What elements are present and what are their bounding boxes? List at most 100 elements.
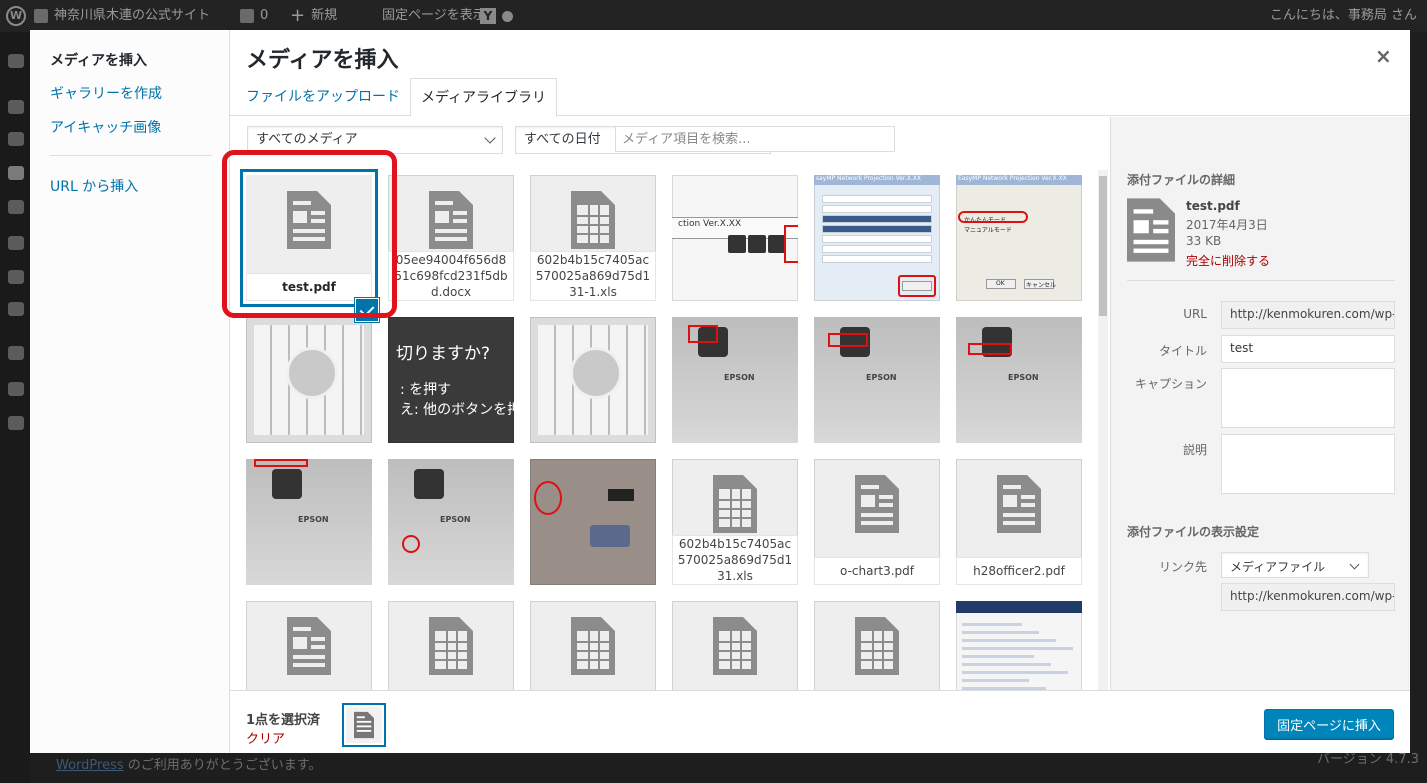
attachment-item[interactable]	[956, 601, 1082, 690]
tab-media-library[interactable]: メディアライブラリ	[410, 78, 558, 117]
attachment-item[interactable]: h28officer2.pdf	[956, 459, 1082, 585]
projector-logo: EPSON	[724, 373, 755, 382]
scrollbar-thumb[interactable]	[1099, 176, 1107, 316]
selection-count: 1点を選択済	[246, 713, 321, 728]
attachment-item[interactable]	[530, 317, 656, 443]
remote-dpad	[286, 347, 338, 399]
selection-thumbnail[interactable]	[342, 703, 386, 747]
attachment-item[interactable]: 90bbc7109f5b2e9c	[672, 601, 798, 690]
tab-upload-files[interactable]: ファイルをアップロード	[236, 78, 410, 116]
attachment-item[interactable]: 90bbc7109f5b2e9c	[814, 601, 940, 690]
spreadsheet-icon	[713, 475, 757, 533]
highlight-ring	[534, 481, 562, 515]
attachment-item[interactable]: ction Ver.X.XX	[672, 175, 798, 301]
details-date: 2017年4月3日	[1186, 218, 1268, 232]
clear-selection-link[interactable]: クリア	[246, 728, 285, 747]
url-field[interactable]: http://kenmokuren.com/wp-content/uploads…	[1221, 301, 1395, 329]
attachment-item[interactable]: EPSON	[956, 317, 1082, 443]
attachment-filename: o-chart3.pdf	[814, 557, 940, 585]
admin-bar: 神奈川県木連の公式サイト 0 + 新規 固定ページを表示 Y こんにちは、事務局…	[0, 0, 1427, 32]
attachment-item[interactable]: EPSON	[246, 459, 372, 585]
comments-link[interactable]: 0	[240, 0, 268, 32]
display-settings-heading: 添付ファイルの表示設定	[1127, 525, 1260, 539]
spreadsheet-icon	[713, 617, 757, 675]
media-search-input[interactable]	[615, 126, 895, 152]
spreadsheet-icon	[429, 617, 473, 675]
attachment-item[interactable]: EPSON	[672, 317, 798, 443]
document-icon	[354, 711, 374, 739]
title-field[interactable]: test	[1221, 335, 1395, 363]
photo-text: OK	[996, 280, 1005, 287]
attachment-item[interactable]: 602b4b15c7405ac570025a869d75d131.xls	[672, 459, 798, 585]
link-to-select[interactable]: メディアファイル	[1221, 552, 1369, 578]
chevron-down-icon	[484, 132, 496, 144]
users-icon	[8, 346, 24, 360]
attachment-item[interactable]: a4da8baee6693eb	[530, 601, 656, 690]
attachment-filename: 602b4b15c7405ac570025a869d75d131.xls	[672, 535, 798, 585]
yoast-menu[interactable]: Y	[480, 0, 513, 32]
collapse-icon	[8, 416, 24, 430]
close-icon[interactable]: ×	[1375, 44, 1392, 68]
attachment-item[interactable]	[246, 317, 372, 443]
document-icon	[855, 475, 899, 533]
attachment-item[interactable]: 切りますか?: を押す え: 他のボタンを押	[388, 317, 514, 443]
attachments-scrollbar[interactable]	[1098, 170, 1108, 690]
spreadsheet-icon	[571, 191, 615, 249]
wordpress-logo-icon[interactable]	[6, 6, 26, 26]
attachment-item[interactable]: EPSON	[814, 317, 940, 443]
menu-featured-image[interactable]: アイキャッチ画像	[50, 117, 161, 137]
menu-create-gallery[interactable]: ギャラリーを作成	[50, 83, 162, 103]
footer-thanks: のご利用ありがとうございます。	[123, 758, 322, 773]
hdmi-port	[608, 489, 634, 501]
title-label: タイトル	[1158, 344, 1207, 358]
media-icon	[8, 132, 24, 146]
dashboard-icon	[8, 54, 24, 68]
details-filename: test.pdf	[1186, 199, 1240, 213]
wordpress-link[interactable]: WordPress	[56, 758, 124, 773]
plugins-icon	[8, 270, 24, 284]
photo-text: sayMP Network Projection Ver.X.XX	[816, 175, 921, 182]
document-icon	[429, 191, 473, 249]
link-to-label: リンク先	[1158, 560, 1207, 574]
new-content-link[interactable]: + 新規	[290, 0, 337, 32]
caption-field[interactable]	[1221, 368, 1395, 428]
attachment-item[interactable]: o-chart3.pdf	[814, 459, 940, 585]
document-icon	[287, 617, 331, 675]
menu-insert-media[interactable]: メディアを挿入	[50, 50, 147, 70]
delete-permanently-link[interactable]: 完全に削除する	[1186, 252, 1270, 269]
new-label: 新規	[311, 8, 338, 23]
attachment-item[interactable]: 05ee94004f656d851c698fcd231f5dbd.docx	[388, 175, 514, 301]
link-url-field[interactable]: http://kenmokuren.com/wp-content/uploads…	[1221, 583, 1395, 611]
greeting: こんにちは、事務局 さん	[1269, 8, 1417, 23]
media-modal: メディアを挿入 ギャラリーを作成 アイキャッチ画像 URL から挿入 メディアを…	[30, 30, 1410, 753]
photo-text: 切りますか?	[396, 344, 491, 364]
my-account-link[interactable]: こんにちは、事務局 さん	[1270, 0, 1417, 32]
site-name-link[interactable]: 神奈川県木連の公式サイト	[34, 0, 210, 32]
projector-lens	[272, 469, 302, 499]
document-icon	[997, 475, 1041, 533]
admin-footer: WordPress のご利用ありがとうございます。	[56, 754, 321, 773]
attachment-item[interactable]: 602b4b15c7405ac570025a869d75d131-1.xls	[530, 175, 656, 301]
comments-icon	[8, 200, 24, 214]
details-heading: 添付ファイルの詳細	[1127, 173, 1236, 187]
attachment-item[interactable]: bad711ea4311278d	[388, 601, 514, 690]
details-separator	[1127, 280, 1395, 281]
description-field[interactable]	[1221, 434, 1395, 494]
attachment-filename: 05ee94004f656d851c698fcd231f5dbd.docx	[388, 251, 514, 301]
pin-icon	[8, 100, 24, 114]
remote-dpad	[570, 347, 622, 399]
view-page-link[interactable]: 固定ページを表示	[382, 0, 486, 32]
home-icon	[34, 9, 48, 23]
photo-text: ction Ver.X.XX	[678, 219, 742, 229]
photo-text: え: 他のボタンを押	[400, 402, 514, 418]
menu-insert-from-url[interactable]: URL から挿入	[50, 176, 138, 196]
seo-icon	[8, 302, 24, 316]
attachment-item[interactable]	[246, 601, 372, 690]
attachment-item[interactable]: sayMP Network Projection Ver.X.XX	[814, 175, 940, 301]
attachment-item[interactable]	[530, 459, 656, 585]
attachment-item[interactable]: EasyMP Network Projection Ver.X.XX かんたんモー…	[956, 175, 1082, 301]
insert-into-page-button[interactable]: 固定ページに挿入	[1264, 709, 1394, 739]
projector-logo: EPSON	[1008, 373, 1039, 382]
attachment-item[interactable]: EPSON	[388, 459, 514, 585]
appearance-icon	[8, 236, 24, 250]
